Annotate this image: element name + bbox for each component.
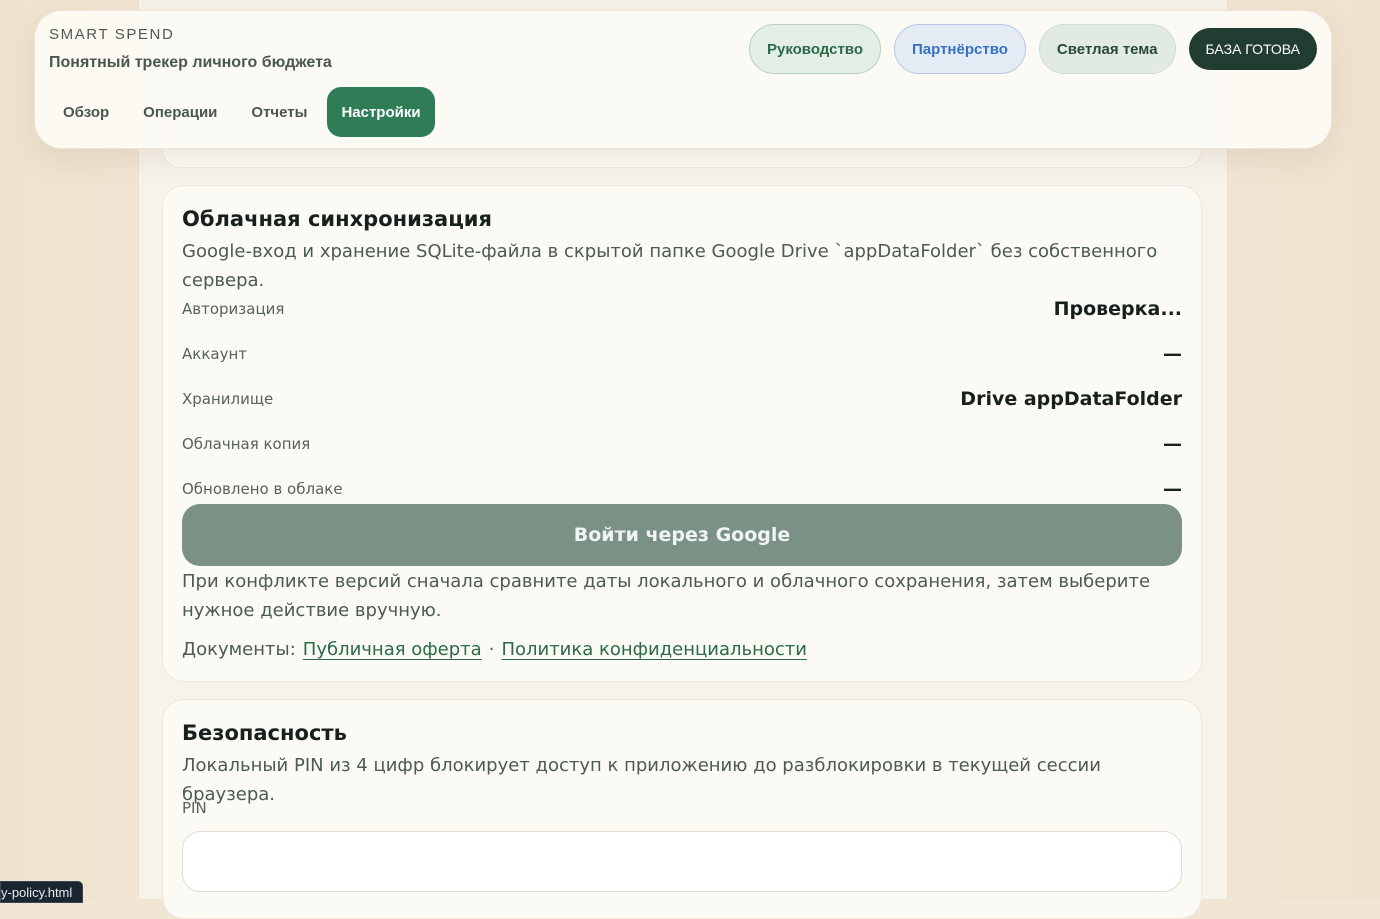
pin-input[interactable] (182, 831, 1182, 892)
security-description: Локальный PIN из 4 цифр блокирует доступ… (182, 751, 1182, 809)
cloud-copy-value: — (1163, 433, 1182, 455)
public-offer-link[interactable]: Публичная оферта (303, 639, 482, 660)
cloud-updated-label: Обновлено в облаке (182, 480, 343, 498)
auth-label: Авторизация (182, 300, 284, 318)
auth-value: Проверка... (1054, 298, 1182, 320)
privacy-policy-link[interactable]: Политика конфиденциальности (501, 639, 807, 660)
cloud-updated-value: — (1163, 478, 1182, 500)
google-signin-button[interactable]: Войти через Google (182, 504, 1182, 566)
account-row: Аккаунт — (182, 341, 1182, 367)
tab-overview[interactable]: Обзор (49, 87, 123, 137)
security-title: Безопасность (182, 721, 347, 745)
cloud-copy-label: Облачная копия (182, 435, 310, 453)
main-nav: Обзор Операции Отчеты Настройки (49, 87, 441, 137)
storage-row: Хранилище Drive appDataFolder (182, 386, 1182, 412)
cloud-sync-title: Облачная синхронизация (182, 207, 492, 231)
storage-value: Drive appDataFolder (960, 388, 1182, 410)
auth-row: Авторизация Проверка... (182, 296, 1182, 322)
database-status-badge: БАЗА ГОТОВА (1189, 28, 1317, 70)
guide-button[interactable]: Руководство (749, 24, 881, 74)
documents-line: Документы: Публичная оферта · Политика к… (182, 639, 807, 660)
documents-separator: · (489, 639, 495, 660)
storage-label: Хранилище (182, 390, 273, 408)
tab-settings[interactable]: Настройки (327, 87, 434, 137)
tab-operations[interactable]: Операции (129, 87, 231, 137)
documents-label: Документы: (182, 639, 296, 660)
theme-toggle-button[interactable]: Светлая тема (1039, 24, 1176, 74)
cloud-sync-description: Google-вход и хранение SQLite-файла в ск… (182, 237, 1182, 295)
cloud-copy-row: Облачная копия — (182, 431, 1182, 457)
partnership-button[interactable]: Партнёрство (894, 24, 1026, 74)
app-header: SMART SPEND Понятный трекер личного бюдж… (34, 10, 1332, 149)
cloud-sync-card: Облачная синхронизация Google-вход и хра… (162, 185, 1202, 682)
brand-name: SMART SPEND (49, 26, 174, 43)
conflict-note: При конфликте версий сначала сравните да… (182, 567, 1182, 625)
account-value: — (1163, 343, 1182, 365)
link-status-tooltip: y-policy.html (0, 881, 83, 903)
tab-reports[interactable]: Отчеты (237, 87, 321, 137)
account-label: Аккаунт (182, 345, 247, 363)
security-card: Безопасность Локальный PIN из 4 цифр бло… (162, 699, 1202, 919)
brand-tagline: Понятный трекер личного бюджета (49, 54, 332, 72)
header-actions: Руководство Партнёрство Светлая тема БАЗ… (749, 24, 1317, 74)
pin-label: PIN (182, 799, 207, 817)
cloud-updated-row: Обновлено в облаке — (182, 476, 1182, 502)
